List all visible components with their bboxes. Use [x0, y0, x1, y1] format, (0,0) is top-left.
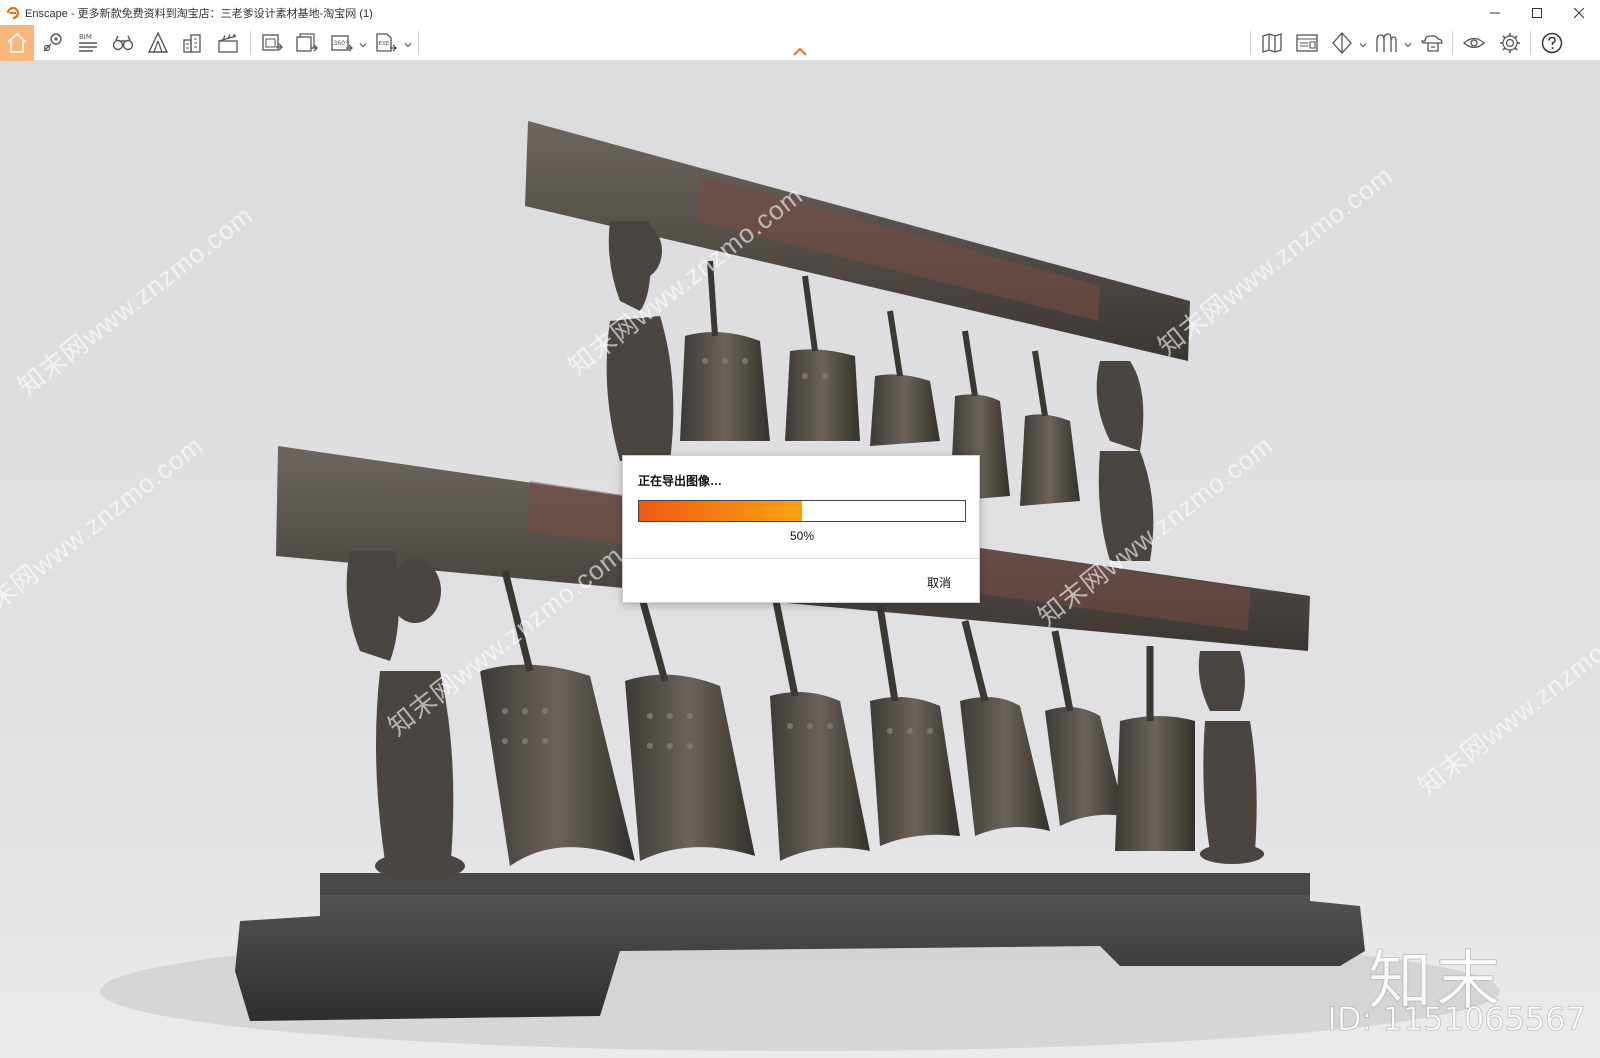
exe-export-icon: EXE	[376, 33, 397, 52]
close-icon[interactable]	[1558, 0, 1600, 25]
visual-settings-button[interactable]	[1458, 27, 1490, 59]
chevron-down-icon[interactable]	[1404, 41, 1412, 49]
cancel-button[interactable]: 取消	[927, 574, 951, 591]
id-watermark: ID: 1151065567	[1327, 1000, 1587, 1039]
title-bar: Enscape - 更多新款免费资料到淘宝店：三老爹设计素材基地-淘宝网 (1)	[0, 0, 1600, 25]
batch-render-button[interactable]	[291, 27, 323, 59]
maximize-icon[interactable]	[1516, 0, 1558, 25]
progress-percentage: 50%	[789, 529, 815, 543]
asset-library-button[interactable]	[1370, 27, 1402, 59]
screenshot-export-icon	[262, 34, 283, 51]
svg-text:BIM: BIM	[79, 33, 92, 41]
panorama-360-icon: 360°	[331, 35, 353, 52]
home-icon	[7, 32, 27, 53]
bim-icon: BIM	[79, 33, 97, 52]
cube-view-button[interactable]	[1326, 27, 1358, 59]
chevron-down-icon[interactable]	[1359, 41, 1367, 49]
export-progress-dialog: 正在导出图像… 50% 取消	[622, 455, 980, 603]
cloud-upload-button[interactable]	[1416, 27, 1448, 59]
cloud-upload-icon	[1421, 35, 1443, 52]
binoculars-button[interactable]	[107, 27, 139, 59]
map-button[interactable]	[1256, 27, 1288, 59]
eye-visual-settings-icon	[1463, 37, 1485, 49]
buildings-button[interactable]	[177, 27, 209, 59]
help-button[interactable]	[1536, 27, 1568, 59]
buildings-icon	[183, 34, 201, 53]
svg-text:360°: 360°	[334, 40, 348, 47]
exe-export-button[interactable]: EXE	[370, 27, 402, 59]
chevron-down-icon[interactable]	[404, 41, 412, 49]
panorama-360-button[interactable]: 360°	[326, 27, 358, 59]
location-pin-icon	[43, 33, 62, 52]
material-editor-icon	[1296, 34, 1318, 52]
help-icon	[1541, 32, 1563, 54]
gear-settings-icon	[1500, 33, 1520, 53]
progress-bar-fill	[639, 501, 802, 521]
dialog-title: 正在导出图像…	[638, 474, 723, 488]
enscape-logo-icon	[6, 6, 20, 19]
location-button[interactable]	[37, 27, 69, 59]
minimize-icon[interactable]	[1474, 0, 1516, 25]
screenshot-export-button[interactable]	[256, 27, 288, 59]
window-title: Enscape - 更多新款免费资料到淘宝店：三老爹设计素材基地-淘宝网 (1)	[25, 7, 373, 20]
dialog-divider	[623, 558, 979, 559]
batch-render-icon	[296, 33, 318, 52]
settings-button[interactable]	[1494, 27, 1526, 59]
tent-icon	[147, 31, 169, 53]
cube-view-icon	[1332, 32, 1352, 54]
map-icon	[1262, 33, 1282, 53]
chevron-down-icon[interactable]	[359, 41, 367, 49]
bim-button[interactable]: BIM	[72, 27, 104, 59]
clapperboard-button[interactable]	[212, 27, 244, 59]
tent-button[interactable]	[142, 27, 174, 59]
home-button[interactable]	[0, 25, 34, 61]
svg-text:EXE: EXE	[379, 41, 390, 47]
collapse-toolbar-icon[interactable]	[792, 46, 808, 58]
progress-bar	[638, 500, 966, 522]
binoculars-icon	[112, 35, 134, 51]
clapperboard-icon	[218, 33, 238, 53]
material-editor-button[interactable]	[1291, 27, 1323, 59]
asset-library-icon	[1376, 33, 1397, 52]
